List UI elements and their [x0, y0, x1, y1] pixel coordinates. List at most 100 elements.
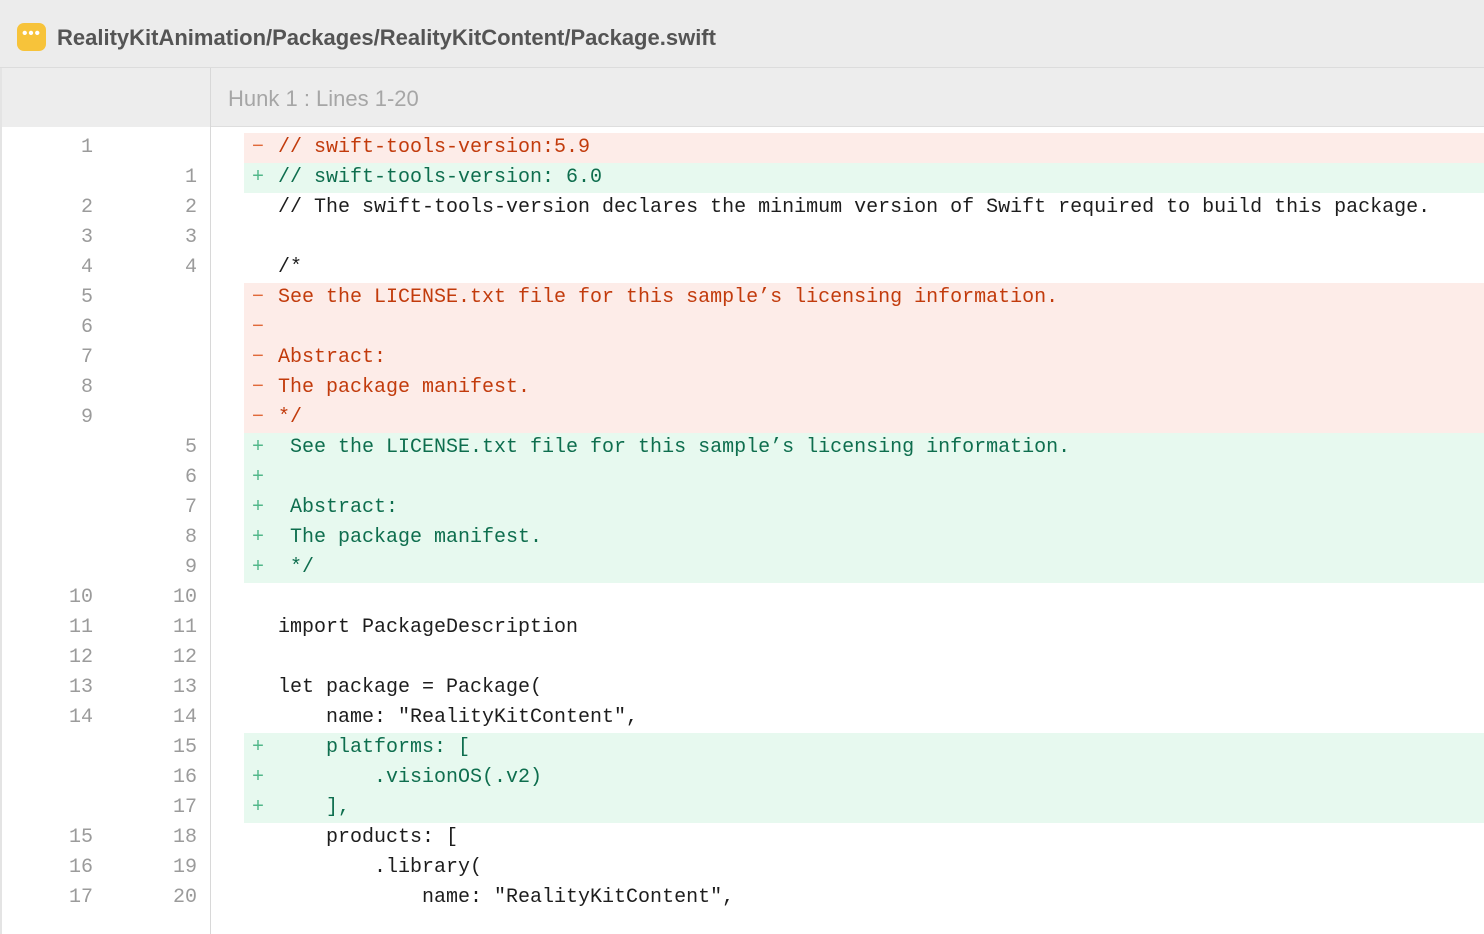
plus-sign: +	[252, 436, 265, 459]
old-line-number: 8	[80, 376, 93, 399]
added-line: 7 + Abstract:	[0, 493, 1484, 523]
old-line-number: 13	[68, 676, 93, 699]
added-line: 6 +	[0, 463, 1484, 493]
new-line-number	[100, 373, 197, 403]
old-line-number	[0, 463, 93, 493]
new-line-number: 11	[172, 616, 197, 639]
new-line-number: 20	[172, 886, 197, 909]
new-line-number: 2	[184, 196, 197, 219]
new-line-number: 18	[172, 826, 197, 849]
old-line-number: 5	[80, 286, 93, 309]
added-line: 15 + platforms: [	[0, 733, 1484, 763]
hunk-label: Hunk 1 : Lines 1-20	[228, 86, 419, 111]
plus-sign: +	[252, 796, 265, 819]
old-line-number: 10	[68, 586, 93, 609]
file-path: RealityKitAnimation/Packages/RealityKitC…	[57, 25, 716, 50]
code-text: Abstract:	[278, 496, 399, 519]
new-line-number	[100, 313, 197, 343]
new-line-number: 3	[184, 226, 197, 249]
context-line: 12 12	[0, 643, 1484, 673]
new-line-number: 17	[172, 796, 197, 819]
plus-sign: +	[252, 466, 265, 489]
deleted-line: 1 −// swift-tools-version:5.9	[0, 133, 1484, 163]
code-text: import PackageDescription	[278, 616, 579, 639]
hunk-gutter	[0, 68, 211, 127]
old-line-number: 7	[80, 346, 93, 369]
code-text: // The swift-tools-version declares the …	[278, 196, 1431, 219]
context-line: 11 11 import PackageDescription	[0, 613, 1484, 643]
code-text: // swift-tools-version:5.9	[278, 136, 591, 159]
new-line-number	[100, 283, 197, 313]
new-line-number: 12	[172, 646, 197, 669]
context-line: 13 13 let package = Package(	[0, 673, 1484, 703]
added-line: 5 + See the LICENSE.txt file for this sam…	[0, 433, 1484, 463]
code-text: See the LICENSE.txt file for this sample…	[278, 286, 1059, 309]
new-line-number: 5	[184, 436, 197, 459]
new-line-number: 16	[172, 766, 197, 789]
ellipsis-icon[interactable]: •••	[17, 23, 46, 51]
code-text: products: [	[278, 826, 459, 849]
old-line-number	[0, 493, 93, 523]
line-highlight	[244, 793, 1484, 823]
file-header: ••• RealityKitAnimation/Packages/Reality…	[0, 0, 1484, 68]
old-line-number	[0, 733, 93, 763]
code-text: The package manifest.	[278, 376, 531, 399]
added-line: 8 + The package manifest.	[0, 523, 1484, 553]
plus-sign: +	[252, 166, 265, 189]
line-highlight	[244, 343, 1484, 373]
plus-sign: +	[252, 556, 265, 579]
line-highlight	[244, 463, 1484, 493]
line-highlight	[244, 403, 1484, 433]
code-text: .library(	[278, 856, 483, 879]
new-line-number: 6	[184, 466, 197, 489]
context-line: 4 4 /*	[0, 253, 1484, 283]
old-line-number	[0, 523, 93, 553]
minus-sign: −	[252, 376, 265, 399]
added-line: 1 + // swift-tools-version: 6.0	[0, 163, 1484, 193]
code-text: The package manifest.	[278, 526, 543, 549]
new-line-number	[100, 403, 197, 433]
old-line-number: 12	[68, 646, 93, 669]
code-text: let package = Package(	[278, 676, 543, 699]
line-highlight	[244, 313, 1484, 343]
deleted-line: 6−	[0, 313, 1484, 343]
old-line-number: 15	[68, 826, 93, 849]
minus-sign: −	[252, 316, 265, 339]
line-highlight	[244, 553, 1484, 583]
old-line-number	[0, 793, 93, 823]
code-text: */	[278, 406, 303, 429]
new-line-number: 13	[172, 676, 197, 699]
added-line: 9 + */	[0, 553, 1484, 583]
old-line-number	[0, 553, 93, 583]
code-text: name: "RealityKitContent",	[278, 886, 735, 909]
new-line-number: 7	[184, 496, 197, 519]
old-line-number: 6	[80, 316, 93, 339]
plus-sign: +	[252, 526, 265, 549]
old-line-number: 16	[68, 856, 93, 879]
code-text: */	[278, 556, 315, 579]
code-text: // swift-tools-version: 6.0	[278, 166, 603, 189]
minus-sign: −	[252, 346, 265, 369]
old-line-number: 3	[80, 226, 93, 249]
old-line-number: 2	[80, 196, 93, 219]
old-line-number: 14	[68, 706, 93, 729]
context-line: 33	[0, 223, 1484, 253]
new-line-number: 10	[172, 586, 197, 609]
new-line-number: 14	[172, 706, 197, 729]
context-line: 16 19 .library(	[0, 853, 1484, 883]
new-line-number: 9	[184, 556, 197, 579]
context-line: 10 10	[0, 583, 1484, 613]
new-line-number: 15	[172, 736, 197, 759]
old-line-number: 9	[80, 406, 93, 429]
context-line: 2 2 // The swift-tools-version declares th…	[0, 193, 1484, 223]
added-line: 16 + .visionOS(.v2)	[0, 763, 1484, 793]
line-highlight	[244, 493, 1484, 523]
context-line: 15 18 products: [	[0, 823, 1484, 853]
plus-sign: +	[252, 766, 265, 789]
old-line-number: 11	[68, 616, 93, 639]
old-line-number	[0, 763, 93, 793]
new-line-number: 1	[184, 166, 197, 189]
old-line-number	[0, 163, 93, 193]
old-line-number	[0, 433, 93, 463]
new-line-number	[100, 133, 197, 163]
